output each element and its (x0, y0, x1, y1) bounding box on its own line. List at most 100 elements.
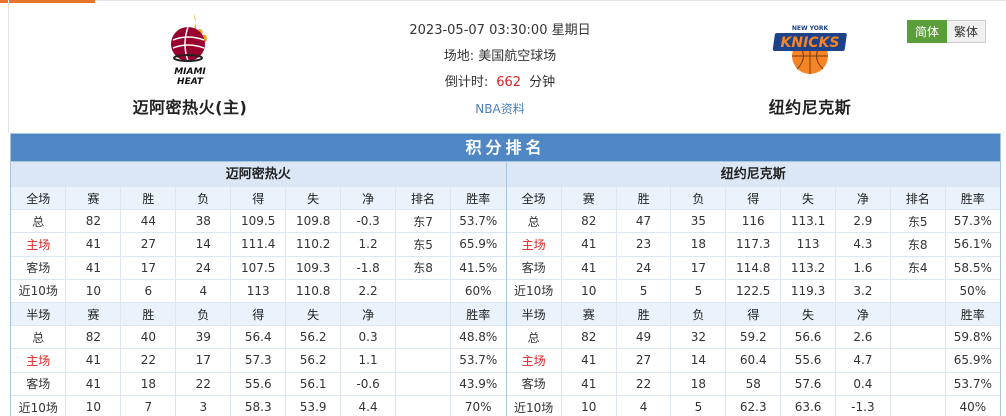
table-cell: 119.3 (780, 278, 836, 303)
table-cell: 122.5 (725, 278, 781, 303)
table-cell: 41 (65, 232, 121, 257)
table-cell: 10 (65, 278, 121, 303)
away-team-name[interactable]: 纽约尼克斯 (720, 94, 900, 118)
traditional-chinese-button[interactable]: 繁体 (946, 20, 986, 43)
table-row: 客场 41 17 24 107.5 109.3 -1.8 东8 41.5% (11, 255, 506, 280)
table-cell: 109.5 (230, 209, 286, 233)
table-cell (889, 394, 946, 416)
table-cell: 22 (615, 371, 671, 396)
table-cell: 65.9% (944, 348, 1000, 372)
column-header: 净 (834, 301, 891, 326)
table-cell: 35 (670, 209, 726, 233)
table-row: 近10场 10 5 5 122.5 119.3 3.2 50% (506, 278, 1000, 303)
table-cell: 82 (65, 209, 121, 233)
table-cell: 82 (560, 209, 617, 233)
table-cell: 60.4 (725, 348, 781, 372)
countdown-value: 662 (496, 75, 522, 90)
table-header-row: 全场赛胜负得失净排名 胜率 (11, 185, 506, 210)
table-cell: 56.1% (944, 232, 1000, 257)
table-cell: 65.9% (450, 232, 506, 257)
table-cell: 59.8% (944, 325, 1000, 349)
table-cell: 22 (120, 348, 176, 372)
table-cell (889, 348, 946, 372)
column-header: 赛 (65, 301, 121, 326)
table-cell: 7 (120, 394, 176, 416)
table-cell: 53.7% (450, 348, 506, 372)
table-cell: 60% (450, 278, 506, 303)
table-cell: 53.9 (285, 394, 341, 416)
column-header: 胜 (120, 301, 176, 326)
table-cell: 39 (175, 325, 231, 349)
row-label: 近10场 (506, 278, 562, 303)
match-countdown: 倒计时: 662 分钟 (444, 75, 556, 90)
table-cell: 5 (670, 394, 726, 416)
match-info: 2023-05-07 03:30:00 星期日 场地: 美国航空球场 倒计时: 6… (380, 18, 620, 123)
row-label: 总 (11, 209, 66, 233)
column-header: 胜率 (450, 185, 506, 210)
simplified-chinese-button[interactable]: 简体 (906, 20, 947, 43)
table-cell: 18 (670, 371, 726, 396)
table-cell (395, 371, 451, 396)
standings-table: 全场赛胜负得失净排名 胜率总 82 44 38 109.5 109.8 -0.3 东7 53.7%… (11, 185, 506, 416)
nba-info-link[interactable]: NBA资料 (475, 102, 524, 116)
table-cell: 4 (615, 394, 671, 416)
column-header: 赛 (560, 301, 617, 326)
table-cell: 14 (175, 232, 231, 257)
standings-home-side: 迈阿密热火 全场赛胜负得失净排名 胜率总 82 44 38 109.5 109.8 -0.3 东… (11, 161, 506, 416)
table-header-row: 半场赛胜负得失净 胜率 (506, 301, 1000, 326)
table-cell: 23 (615, 232, 671, 257)
column-header: 得 (230, 185, 286, 210)
table-row: 总 82 44 38 109.5 109.8 -0.3 东7 53.7% (11, 209, 506, 233)
table-cell: 1.1 (340, 348, 396, 372)
column-header: 失 (780, 185, 836, 210)
svg-text:HEAT: HEAT (177, 77, 204, 87)
column-header: 胜 (615, 185, 671, 210)
table-cell: 6 (120, 278, 176, 303)
table-cell: 18 (120, 371, 176, 396)
table-row: 总 82 49 32 59.2 56.6 2.6 59.8% (506, 325, 1000, 349)
table-cell: 57.3% (944, 209, 1000, 233)
table-cell: 113.1 (780, 209, 836, 233)
table-cell: 57.3 (230, 348, 286, 372)
column-header: 负 (670, 301, 726, 326)
column-header: 得 (725, 185, 781, 210)
row-label: 总 (506, 325, 562, 349)
row-label: 总 (11, 325, 66, 349)
table-cell (395, 348, 451, 372)
table-row: 客场 41 24 17 114.8 113.2 1.6 东4 58.5% (506, 255, 1000, 280)
table-cell: 10 (560, 394, 617, 416)
row-label: 客场 (506, 255, 562, 280)
table-cell: 55.6 (780, 348, 836, 372)
table-row: 客场 41 18 22 55.6 56.1 -0.6 43.9% (11, 371, 506, 396)
table-row: 主场 41 27 14 60.4 55.6 4.7 65.9% (506, 348, 1000, 372)
table-cell: 18 (670, 232, 726, 257)
table-cell: 10 (560, 278, 617, 303)
row-label: 近10场 (11, 278, 66, 303)
table-cell: 24 (175, 255, 231, 280)
table-cell: 41.5% (450, 255, 506, 280)
column-header: 半场 (11, 301, 66, 326)
row-label: 主场 (11, 232, 66, 257)
table-row: 主场 41 22 17 57.3 56.2 1.1 53.7% (11, 348, 506, 372)
column-header: 胜率 (944, 301, 1000, 326)
table-cell: 55.6 (230, 371, 286, 396)
knicks-logo-icon[interactable]: NEW YORK KNICKS (768, 12, 852, 88)
table-cell (889, 278, 946, 303)
column-header (889, 301, 946, 326)
heat-logo-icon[interactable]: MIAMI HEAT (154, 12, 226, 88)
table-cell: 32 (670, 325, 726, 349)
match-datetime: 2023-05-07 03:30:00 星期日 (409, 23, 591, 38)
table-cell: 62.3 (725, 394, 781, 416)
row-label: 近10场 (506, 394, 562, 416)
table-cell (395, 394, 451, 416)
table-cell (395, 325, 451, 349)
standings-team-header: 纽约尼克斯 (506, 161, 1000, 186)
column-header (395, 301, 451, 326)
standings-away-side: 纽约尼克斯 全场赛胜负得失净排名 胜率总 82 47 35 116 113.1 2.9 东5 57… (505, 161, 1000, 416)
table-cell: 58.5% (944, 255, 1000, 280)
language-switch: 简体 繁体 (906, 20, 986, 43)
column-header: 排名 (395, 185, 451, 210)
table-cell: 4.3 (834, 232, 891, 257)
table-cell: 110.2 (285, 232, 341, 257)
home-team-name[interactable]: 迈阿密热火(主) (100, 94, 280, 118)
